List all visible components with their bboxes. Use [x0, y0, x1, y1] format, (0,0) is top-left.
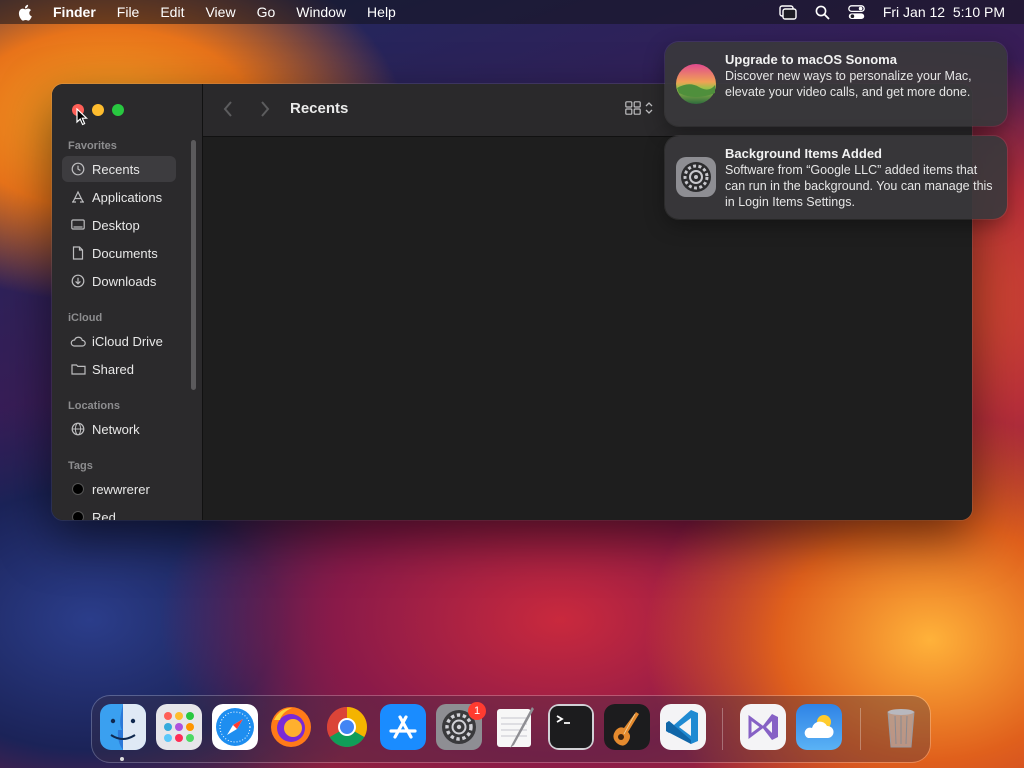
notification-body: Discover new ways to personalize your Ma…	[725, 69, 972, 99]
grid-view-icon	[625, 101, 641, 120]
dock-finder-icon[interactable]	[100, 704, 146, 750]
notification-background-items[interactable]: Background Items Added Software from “Go…	[665, 136, 1007, 219]
mouse-pointer-icon	[76, 107, 89, 131]
sidebar-item-recents[interactable]: Recents	[62, 156, 176, 182]
sidebar-item-label: Downloads	[92, 273, 157, 289]
sidebar-item-label: Applications	[92, 189, 163, 205]
back-chevron-icon[interactable]	[223, 101, 233, 122]
finder-running-indicator	[120, 757, 124, 761]
notification-title: Upgrade to macOS Sonoma	[725, 52, 897, 67]
sidebar-item-label: iCloud Drive	[92, 333, 163, 349]
sidebar-item-tag-red[interactable]: Red	[62, 504, 176, 520]
sidebar-item-shared[interactable]: Shared	[62, 356, 176, 382]
forward-chevron-icon[interactable]	[260, 101, 270, 122]
dock-trash-icon[interactable]	[878, 704, 924, 750]
macos-sonoma-icon	[675, 63, 717, 105]
dock-separator	[722, 708, 723, 750]
desktop-icon	[70, 219, 86, 231]
tag-dot-icon	[72, 511, 84, 520]
sidebar-scrollbar[interactable]	[191, 140, 196, 390]
system-settings-icon	[675, 156, 717, 198]
applications-icon	[70, 190, 86, 204]
finder-sidebar: Favorites Recents Applications Desktop D…	[52, 84, 203, 520]
menu-app-name[interactable]: Finder	[53, 4, 96, 20]
screen-mirroring-icon[interactable]	[779, 4, 797, 20]
sidebar-item-label: Shared	[92, 361, 134, 377]
dock: 1	[92, 696, 930, 762]
sidebar-item-icloud-drive[interactable]: iCloud Drive	[62, 328, 176, 354]
zoom-button[interactable]	[112, 104, 124, 116]
notification-upgrade-macos[interactable]: Upgrade to macOS Sonoma Discover new way…	[665, 42, 1007, 126]
sidebar-item-label: Desktop	[92, 217, 140, 233]
window-title: Recents	[290, 100, 349, 117]
sidebar-item-documents[interactable]: Documents	[62, 240, 176, 266]
minimize-button[interactable]	[92, 104, 104, 116]
notification-title: Background Items Added	[725, 146, 882, 161]
dock-firefox-icon[interactable]	[268, 704, 314, 750]
menu-file[interactable]: File	[117, 4, 140, 20]
sidebar-header-favorites: Favorites	[68, 140, 117, 152]
dock-garageband-icon[interactable]	[604, 704, 650, 750]
globe-icon	[70, 422, 86, 436]
menu-edit[interactable]: Edit	[160, 4, 184, 20]
dock-vscode-icon[interactable]	[660, 704, 706, 750]
menu-datetime[interactable]: Fri Jan 12 5:10 PM	[883, 4, 1005, 20]
tag-dot-icon	[72, 483, 84, 495]
dock-safari-icon[interactable]	[212, 704, 258, 750]
sidebar-item-label: Documents	[92, 245, 158, 261]
sidebar-header-icloud: iCloud	[68, 312, 103, 324]
clock-icon	[70, 162, 86, 176]
dock-visual-studio-icon[interactable]	[740, 704, 786, 750]
dock-app-store-icon[interactable]	[380, 704, 426, 750]
dock-weather-icon[interactable]	[796, 704, 842, 750]
sidebar-item-network[interactable]: Network	[62, 416, 176, 442]
apple-menu-icon[interactable]	[17, 4, 35, 21]
sidebar-item-applications[interactable]: Applications	[62, 184, 176, 210]
view-mode-button[interactable]	[625, 101, 653, 120]
dock-terminal-icon[interactable]	[548, 704, 594, 750]
sidebar-item-downloads[interactable]: Downloads	[62, 268, 176, 294]
dock-system-settings-icon[interactable]: 1	[436, 702, 486, 750]
spotlight-search-icon[interactable]	[815, 5, 830, 20]
sidebar-item-tag-rewwrerer[interactable]: rewwrerer	[62, 476, 176, 502]
notification-body: Software from “Google LLC” added items t…	[725, 163, 993, 209]
menu-bar: Finder File Edit View Go Window Help Fri…	[0, 0, 1024, 24]
sidebar-item-label: Recents	[92, 161, 140, 177]
dock-separator	[860, 708, 861, 750]
menu-window[interactable]: Window	[296, 4, 346, 20]
document-icon	[70, 246, 86, 260]
dock-launchpad-icon[interactable]	[156, 704, 202, 750]
chevron-up-down-icon	[645, 101, 653, 120]
menu-view[interactable]: View	[205, 4, 235, 20]
sidebar-item-label: Red	[92, 509, 116, 521]
dock-chrome-icon[interactable]	[324, 704, 370, 750]
dock-textedit-icon[interactable]	[492, 704, 538, 750]
sidebar-item-label: Network	[92, 421, 140, 437]
cloud-icon	[70, 336, 86, 347]
download-icon	[70, 274, 86, 288]
sidebar-item-label: rewwrerer	[92, 481, 150, 497]
sidebar-header-locations: Locations	[68, 400, 120, 412]
menu-help[interactable]: Help	[367, 4, 396, 20]
shared-folder-icon	[70, 363, 86, 375]
control-center-icon[interactable]	[847, 4, 865, 20]
menu-go[interactable]: Go	[257, 4, 276, 20]
sidebar-header-tags: Tags	[68, 460, 93, 472]
notification-badge: 1	[468, 702, 486, 720]
sidebar-item-desktop[interactable]: Desktop	[62, 212, 176, 238]
